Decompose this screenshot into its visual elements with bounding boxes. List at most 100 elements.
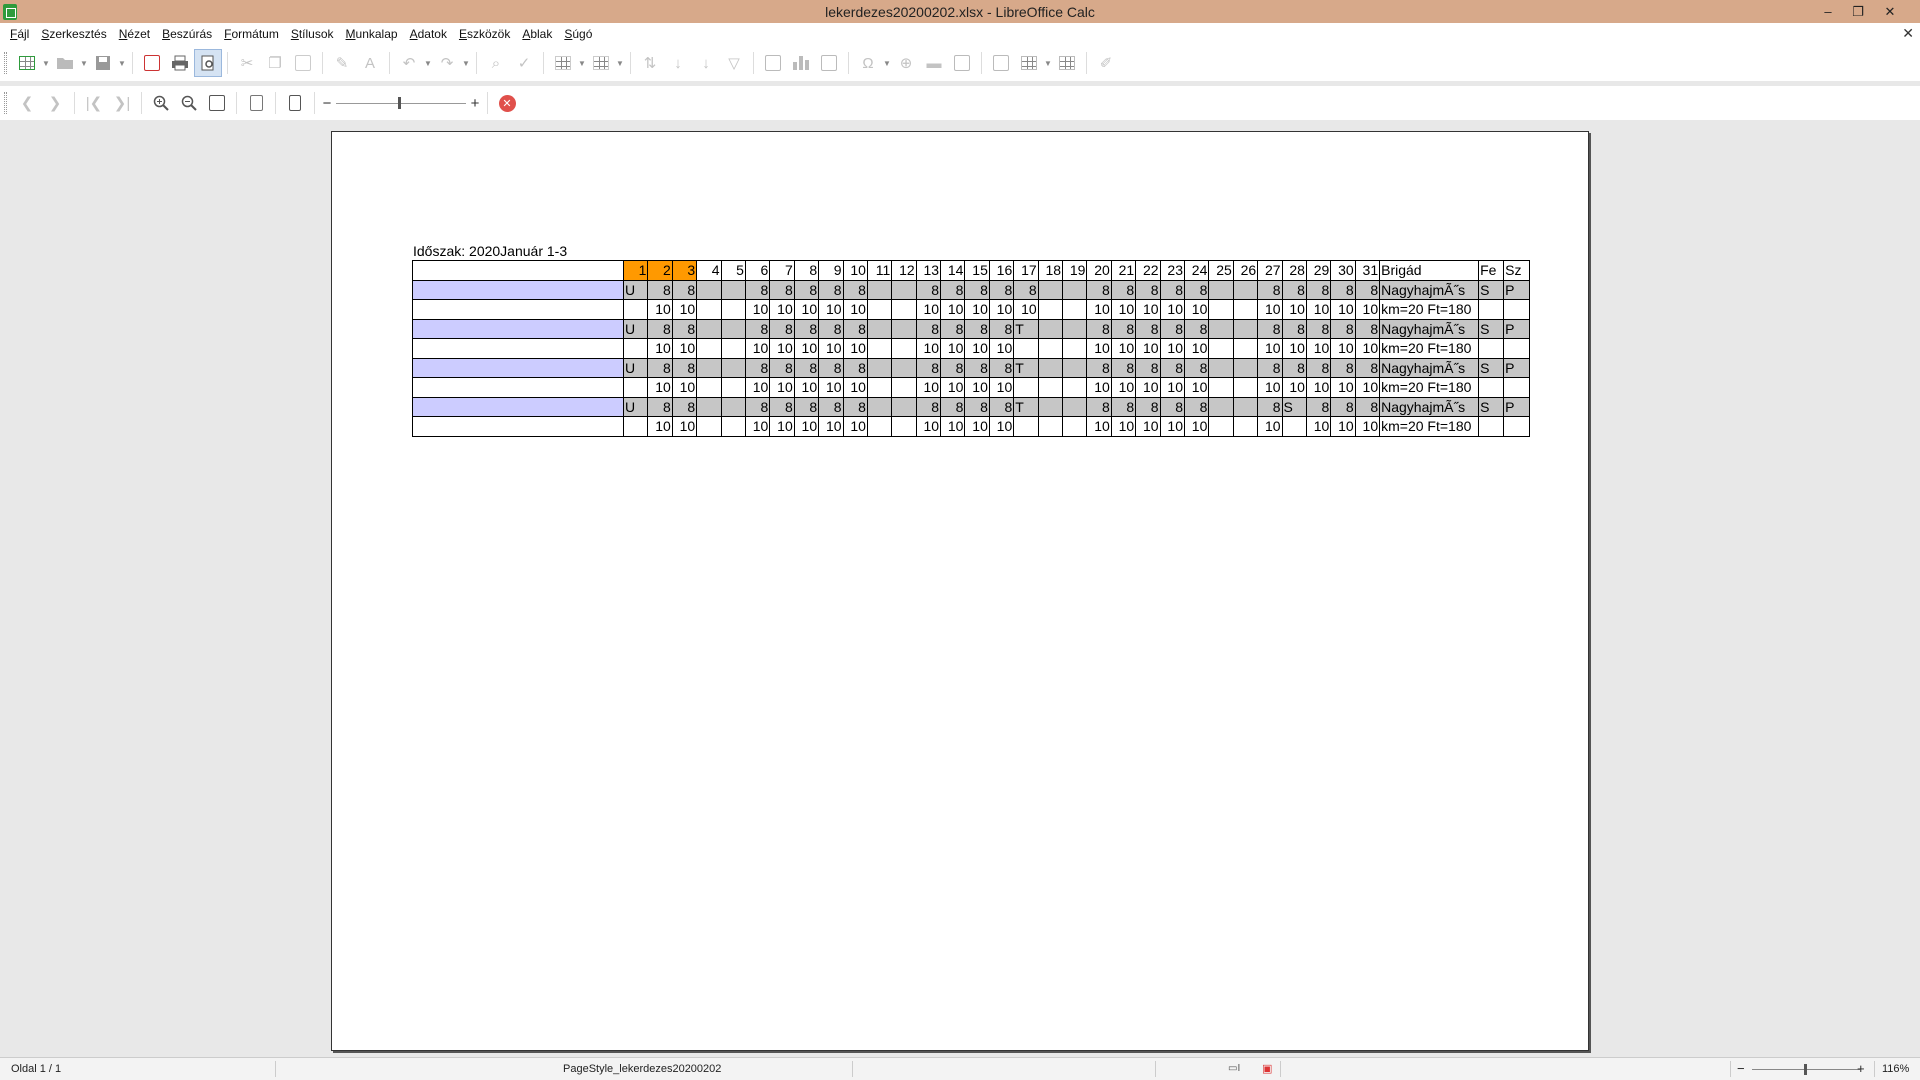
sort-descending-icon[interactable]: ↓ — [692, 49, 720, 77]
clone-formatting-icon[interactable]: ✎ — [328, 49, 356, 77]
insert-image-icon[interactable] — [759, 49, 787, 77]
menu-format[interactable]: Formátum — [218, 27, 285, 41]
define-print-area-icon[interactable] — [987, 49, 1015, 77]
selection-mode-icon[interactable]: ▭I — [1228, 1058, 1240, 1080]
calc-app-icon[interactable] — [3, 3, 17, 20]
day-cell: 8 — [1257, 318, 1283, 339]
toolbar-grip[interactable] — [4, 92, 7, 114]
menu-view[interactable]: Nézet — [113, 27, 156, 41]
open-folder-icon[interactable] — [51, 49, 79, 77]
close-preview-button[interactable]: ✕ — [493, 89, 521, 117]
day-cell — [1208, 279, 1234, 300]
zoom-plus-button[interactable]: + — [1857, 1058, 1865, 1080]
scale-minus-button[interactable]: − — [320, 89, 334, 117]
print-icon[interactable] — [166, 49, 194, 77]
print-preview-icon[interactable] — [194, 49, 222, 77]
spelling-icon[interactable]: ✓ — [510, 49, 538, 77]
undo-icon[interactable]: ↶ — [395, 49, 423, 77]
redo-dropdown-icon[interactable]: ▼ — [461, 49, 471, 77]
undo-dropdown-icon[interactable]: ▼ — [423, 49, 433, 77]
maximize-button[interactable]: ❐ — [1844, 0, 1872, 23]
separator — [132, 52, 133, 74]
new-spreadsheet-icon[interactable] — [13, 49, 41, 77]
page-format-icon[interactable] — [242, 89, 270, 117]
menu-tools[interactable]: Eszközök — [453, 27, 516, 41]
first-page-icon[interactable]: |❮ — [80, 89, 108, 117]
find-replace-icon[interactable]: ⌕ — [482, 49, 510, 77]
menu-styles[interactable]: Stílusok — [285, 27, 340, 41]
split-window-icon[interactable] — [1053, 49, 1081, 77]
minimize-button[interactable]: – — [1814, 0, 1842, 23]
menu-edit[interactable]: Szerkesztés — [35, 27, 112, 41]
day-cell: 8 — [818, 279, 844, 300]
page-style[interactable]: PageStyle_lekerdezes20200202 — [563, 1058, 721, 1080]
cut-icon[interactable]: ✂ — [233, 49, 261, 77]
zoom-out-icon[interactable] — [175, 89, 203, 117]
full-screen-icon[interactable] — [203, 89, 231, 117]
export-pdf-icon[interactable] — [138, 49, 166, 77]
day-cell: 8 — [647, 396, 673, 417]
new-dropdown-icon[interactable]: ▼ — [41, 49, 51, 77]
save-icon[interactable] — [89, 49, 117, 77]
scale-slider[interactable] — [336, 93, 466, 113]
slider-thumb[interactable] — [398, 97, 401, 109]
menu-insert[interactable]: Beszúrás — [156, 27, 218, 41]
row-dropdown-icon[interactable]: ▼ — [577, 49, 587, 77]
menu-help[interactable]: Súgó — [558, 27, 598, 41]
show-draw-functions-icon[interactable]: ✐ — [1092, 49, 1120, 77]
menu-sheet[interactable]: Munkalap — [340, 27, 404, 41]
sort-ascending-icon[interactable]: ↓ — [664, 49, 692, 77]
header-day-cell: 11 — [866, 260, 893, 281]
row-icon[interactable] — [549, 49, 577, 77]
document-modified-icon[interactable]: ▣ — [1262, 1058, 1272, 1080]
comment-icon[interactable]: ▬ — [920, 49, 948, 77]
last-page-icon[interactable]: ❯| — [108, 89, 136, 117]
attendance-table: 1 2 3 4 5 6 7 8 9 10 11 12 13 14 15 16 17 18 19 20 21 22 23 24 2… — [412, 260, 1531, 437]
day-cell: 10 — [1305, 299, 1332, 320]
day-cell — [1037, 279, 1064, 300]
zoom-in-icon[interactable] — [147, 89, 175, 117]
zoom-minus-button[interactable]: − — [1737, 1058, 1745, 1080]
day-cell: 8 — [769, 318, 795, 339]
save-dropdown-icon[interactable]: ▼ — [117, 49, 127, 77]
menu-file[interactable]: Fájl — [4, 27, 35, 41]
separator — [389, 52, 390, 74]
next-page-icon[interactable]: ❯ — [41, 89, 69, 117]
fe-cell: S — [1478, 279, 1505, 300]
header-day-cell: 24 — [1183, 260, 1210, 281]
freeze-rows-columns-icon[interactable] — [1015, 49, 1043, 77]
open-dropdown-icon[interactable]: ▼ — [79, 49, 89, 77]
copy-icon[interactable]: ❐ — [261, 49, 289, 77]
redo-icon[interactable]: ↷ — [433, 49, 461, 77]
header-sz-cell: Sz — [1503, 260, 1531, 281]
clear-formatting-icon[interactable]: A — [356, 49, 384, 77]
header-day-cell: 2 — [647, 260, 673, 281]
autofilter-icon[interactable]: ▽ — [720, 49, 748, 77]
menu-data[interactable]: Adatok — [404, 27, 453, 41]
column-icon[interactable] — [587, 49, 615, 77]
special-character-icon[interactable]: Ω — [854, 49, 882, 77]
margins-icon[interactable] — [281, 89, 309, 117]
freeze-dropdown-icon[interactable]: ▼ — [1043, 49, 1053, 77]
insert-chart-icon[interactable] — [787, 49, 815, 77]
previous-page-icon[interactable]: ❮ — [13, 89, 41, 117]
column-dropdown-icon[interactable]: ▼ — [615, 49, 625, 77]
zoom-percentage[interactable]: 116% — [1882, 1058, 1909, 1080]
day-cell: 10 — [964, 338, 990, 359]
paste-icon[interactable] — [289, 49, 317, 77]
day-cell: 10 — [940, 338, 966, 359]
page-indicator[interactable]: Oldal 1 / 1 — [11, 1058, 61, 1080]
zoom-slider-thumb[interactable] — [1804, 1064, 1807, 1075]
close-document-button[interactable]: ✕ — [1902, 25, 1914, 42]
toolbar-grip[interactable] — [4, 52, 7, 74]
scale-plus-button[interactable]: + — [468, 89, 482, 117]
sort-icon[interactable]: ⇅ — [636, 49, 664, 77]
brigad-cell: NagyhajmÃ˝s — [1379, 396, 1480, 417]
hyperlink-icon[interactable]: ⊕ — [892, 49, 920, 77]
menu-window[interactable]: Ablak — [516, 27, 558, 41]
special-character-dropdown-icon[interactable]: ▼ — [882, 49, 892, 77]
header-day-cell: 16 — [988, 260, 1015, 281]
pivot-table-icon[interactable] — [815, 49, 843, 77]
header-footer-icon[interactable] — [948, 49, 976, 77]
close-button[interactable]: ✕ — [1876, 0, 1904, 23]
